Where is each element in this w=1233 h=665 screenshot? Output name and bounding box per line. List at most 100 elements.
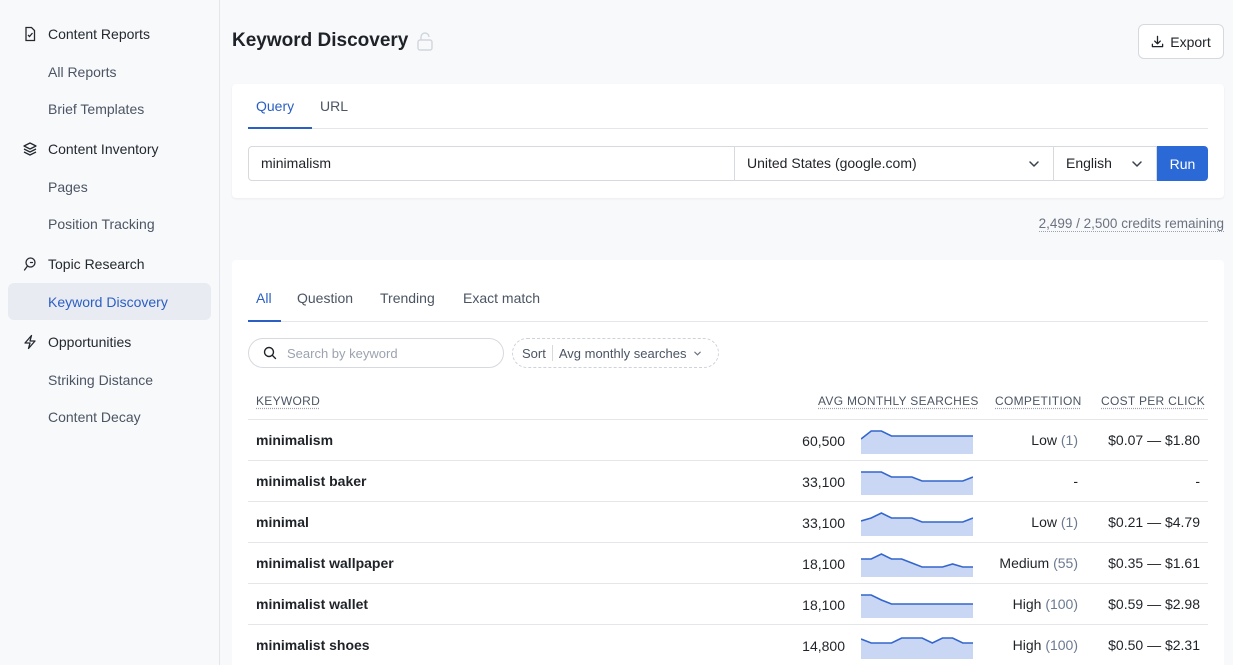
chevron-down-icon — [693, 349, 702, 358]
keyword-cell[interactable]: minimal — [256, 514, 309, 530]
column-header-volume[interactable]: AVG MONTHLY SEARCHES — [818, 394, 979, 408]
competition-cell: High (100) — [1013, 637, 1078, 653]
keyword-cell[interactable]: minimalist wallpaper — [256, 555, 394, 571]
sidebar-item-pages[interactable]: Pages — [48, 179, 88, 195]
document-icon — [22, 26, 38, 42]
keyword-cell[interactable]: minimalism — [256, 432, 333, 448]
credits-remaining: 2,499 / 2,500 credits remaining — [1039, 216, 1224, 232]
cpc-cell: $0.50 — $2.31 — [1108, 637, 1200, 653]
sidebar-item-all-reports[interactable]: All Reports — [48, 64, 116, 80]
search-placeholder: Search by keyword — [287, 346, 398, 361]
sidebar-item-position-tracking[interactable]: Position Tracking — [48, 216, 155, 232]
competition-score: (100) — [1045, 637, 1078, 653]
volume-cell: 14,800 — [802, 638, 845, 654]
cpc-cell: $0.07 — $1.80 — [1108, 432, 1200, 448]
sidebar-item-striking-distance[interactable]: Striking Distance — [48, 372, 153, 388]
page-title: Keyword Discovery — [232, 30, 434, 52]
trend-sparkline — [861, 510, 973, 536]
competition-cell: Low (1) — [1031, 432, 1078, 448]
table-row[interactable]: minimalist shoes 14,800 High (100) $0.50 — … — [248, 624, 1208, 665]
tab-url[interactable]: URL — [320, 98, 348, 114]
table-row[interactable]: minimalist wallet 18,100 High (100) $0.59 —… — [248, 583, 1208, 624]
competition-level: Low — [1031, 432, 1057, 448]
table-row[interactable]: minimal 33,100 Low (1) $0.21 — $4.79 — [248, 501, 1208, 542]
lightbulb-icon — [22, 256, 38, 272]
competition-cell: Medium (55) — [999, 555, 1078, 571]
keyword-search-input[interactable]: Search by keyword — [248, 338, 504, 368]
competition-level: High — [1013, 596, 1042, 612]
sidebar-group-opportunities[interactable]: Opportunities — [22, 334, 131, 350]
tab-query[interactable]: Query — [256, 98, 294, 114]
sidebar-group-label: Opportunities — [48, 334, 131, 350]
competition-score: (1) — [1061, 432, 1078, 448]
export-button[interactable]: Export — [1138, 24, 1224, 59]
page-title-text: Keyword Discovery — [232, 30, 408, 52]
volume-cell: 60,500 — [802, 433, 845, 449]
sidebar-group-content-inventory[interactable]: Content Inventory — [22, 141, 159, 157]
query-tabs: Query URL — [248, 84, 1208, 129]
sidebar-group-content-reports[interactable]: Content Reports — [22, 26, 150, 42]
volume-cell: 33,100 — [802, 474, 845, 490]
chevron-down-icon — [1027, 157, 1041, 171]
query-input[interactable]: minimalism — [248, 146, 735, 181]
sidebar-group-topic-research[interactable]: Topic Research — [22, 256, 145, 272]
competition-score: (1) — [1061, 514, 1078, 530]
lightning-icon — [22, 334, 38, 350]
table-row[interactable]: minimalist baker 33,100 - - — [248, 460, 1208, 501]
column-header-keyword[interactable]: KEYWORD — [256, 394, 320, 408]
tab-exact-match[interactable]: Exact match — [463, 290, 540, 306]
cpc-cell: $0.21 — $4.79 — [1108, 514, 1200, 530]
search-icon — [263, 346, 277, 360]
sort-value: Avg monthly searches — [559, 346, 687, 361]
keyword-cell[interactable]: minimalist wallet — [256, 596, 368, 612]
sidebar-item-keyword-discovery[interactable]: Keyword Discovery — [48, 294, 168, 310]
keyword-cell[interactable]: minimalist baker — [256, 473, 367, 489]
competition-cell: High (100) — [1013, 596, 1078, 612]
trend-sparkline — [861, 551, 973, 577]
trend-sparkline — [861, 469, 973, 495]
language-select-value: English — [1066, 155, 1112, 171]
trend-sparkline — [861, 633, 973, 659]
competition-level: High — [1013, 637, 1042, 653]
lock-icon — [416, 31, 434, 51]
sidebar-item-brief-templates[interactable]: Brief Templates — [48, 101, 144, 117]
location-select-value: United States (google.com) — [747, 155, 917, 171]
sidebar-group-label: Content Reports — [48, 26, 150, 42]
keyword-cell[interactable]: minimalist shoes — [256, 637, 370, 653]
active-tab-indicator — [248, 320, 281, 322]
competition-cell: - — [1073, 473, 1078, 489]
competition-score: (100) — [1045, 596, 1078, 612]
sidebar-group-label: Content Inventory — [48, 141, 159, 157]
sort-label: Sort — [522, 346, 546, 361]
download-icon — [1151, 35, 1164, 48]
column-header-cpc[interactable]: COST PER CLICK — [1101, 394, 1205, 408]
volume-cell: 18,100 — [802, 597, 845, 613]
sidebar-item-content-decay[interactable]: Content Decay — [48, 409, 141, 425]
cpc-cell: $0.35 — $1.61 — [1108, 555, 1200, 571]
column-header-competition[interactable]: COMPETITION — [995, 394, 1082, 408]
volume-cell: 33,100 — [802, 515, 845, 531]
language-select[interactable]: English — [1054, 146, 1157, 181]
cpc-cell: - — [1195, 473, 1200, 489]
competition-level: Medium — [999, 555, 1049, 571]
volume-cell: 18,100 — [802, 556, 845, 572]
tab-question[interactable]: Question — [297, 290, 353, 306]
competition-cell: Low (1) — [1031, 514, 1078, 530]
layers-icon — [22, 141, 38, 157]
trend-area — [861, 513, 973, 536]
trend-sparkline — [861, 428, 973, 454]
competition-level: - — [1073, 473, 1078, 489]
competition-score: (55) — [1053, 555, 1078, 571]
table-row[interactable]: minimalism 60,500 Low (1) $0.07 — $1.80 — [248, 419, 1208, 460]
sidebar: Content Reports All Reports Brief Templa… — [0, 0, 220, 665]
sort-select[interactable]: Sort Avg monthly searches — [512, 338, 719, 368]
active-tab-indicator — [248, 127, 312, 129]
tab-trending[interactable]: Trending — [380, 290, 435, 306]
tab-all[interactable]: All — [256, 290, 272, 306]
result-tabs: All Question Trending Exact match — [248, 260, 1208, 322]
sort-divider — [552, 345, 553, 361]
chevron-down-icon — [1130, 157, 1144, 171]
location-select[interactable]: United States (google.com) — [735, 146, 1054, 181]
table-row[interactable]: minimalist wallpaper 18,100 Medium (55) $0.… — [248, 542, 1208, 583]
run-button[interactable]: Run — [1157, 146, 1208, 181]
